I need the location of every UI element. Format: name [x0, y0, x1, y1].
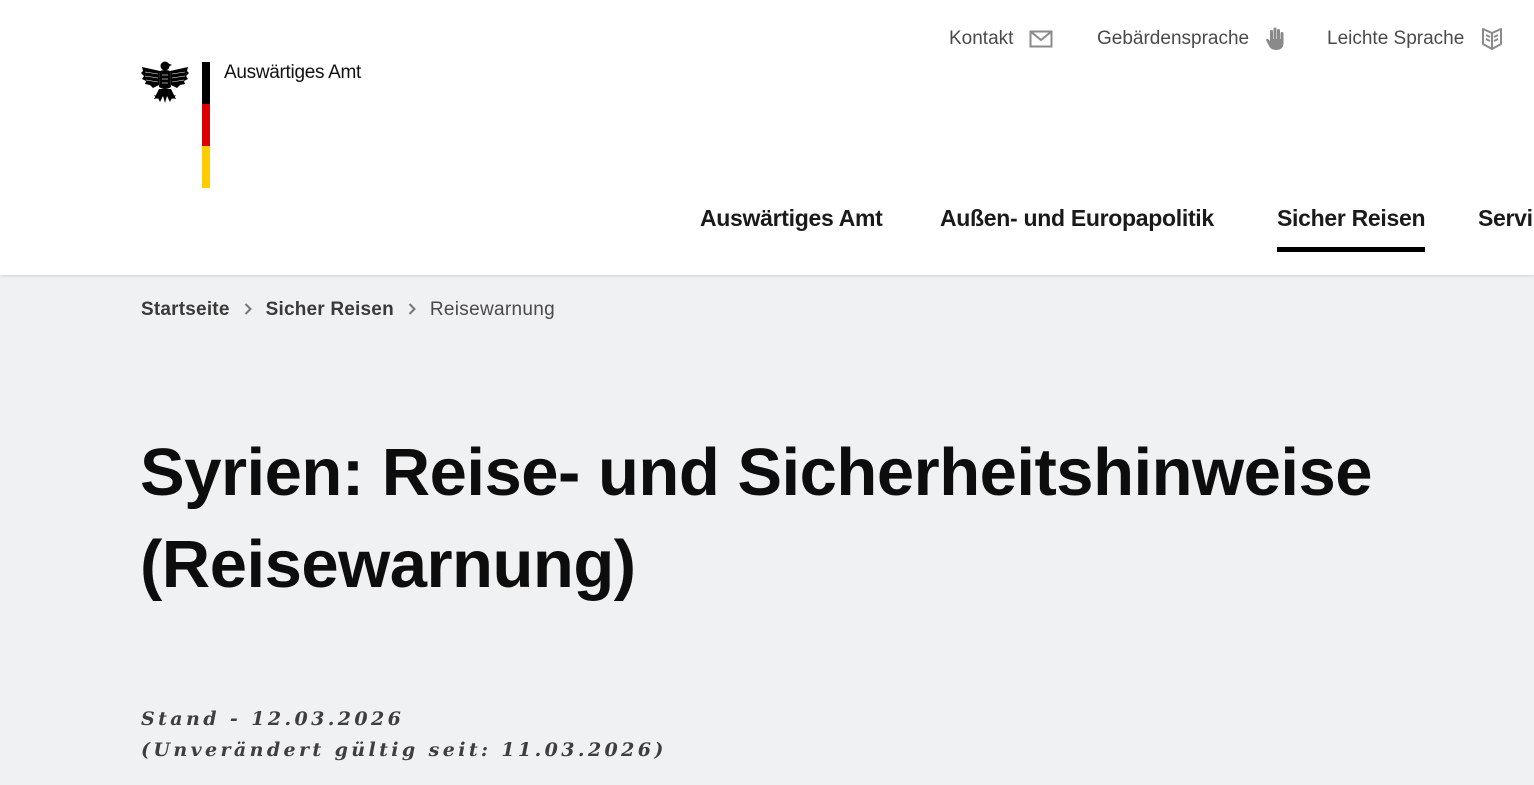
service-link-label: Leichte Sprache — [1327, 28, 1465, 49]
breadcrumb: Startseite Sicher Reisen Reisewarnung — [141, 298, 555, 322]
main-navigation: Auswärtiges Amt Außen- und Europapolitik… — [0, 200, 1534, 252]
breadcrumb-link-startseite[interactable]: Startseite — [141, 299, 230, 321]
hand-icon — [1265, 27, 1285, 51]
service-link-kontakt[interactable]: Kontakt — [949, 24, 1053, 54]
envelope-icon — [1029, 30, 1053, 48]
service-link-label: Kontakt — [949, 28, 1014, 49]
main-nav-auswaertiges-amt[interactable]: Auswärtiges Amt — [700, 200, 883, 252]
service-link-label: Gebärdensprache — [1097, 28, 1250, 49]
main-nav-aussen-europapolitik[interactable]: Außen- und Europapolitik — [940, 200, 1214, 252]
service-navigation: Kontakt Gebärdensprache Leichte Sprache — [0, 24, 1534, 54]
breadcrumb-current: Reisewarnung — [429, 299, 555, 320]
book-icon — [1480, 27, 1504, 51]
flag-stripe-black — [202, 62, 210, 104]
valid-since-date: (Unverändert gültig seit: 11.03.2026) — [141, 739, 667, 761]
service-link-leichte-sprache[interactable]: Leichte Sprache — [1327, 24, 1504, 54]
page-title-line-1: Syrien: Reise- und Sicherheitshinweise — [140, 435, 1373, 510]
stand-date: Stand - 12.03.2026 — [141, 708, 405, 730]
site-header: Auswärtiges Amt Kontakt Gebärdensprache — [0, 0, 1534, 275]
breadcrumb-link-sicher-reisen[interactable]: Sicher Reisen — [266, 299, 394, 321]
page-title-line-2: (Reisewarnung) — [140, 527, 636, 602]
chevron-right-icon — [230, 302, 266, 319]
page-title: Syrien: Reise- und Sicherheitshinweise (… — [140, 427, 1440, 611]
home-logo-link[interactable]: Auswärtiges Amt — [140, 58, 400, 190]
service-link-gebaerdensprache[interactable]: Gebärdensprache — [1097, 24, 1285, 54]
flag-stripe-red — [202, 104, 210, 146]
main-nav-sicher-reisen[interactable]: Sicher Reisen — [1277, 200, 1426, 252]
flag-stripe-gold — [202, 146, 210, 188]
chevron-right-icon — [394, 302, 430, 319]
german-flag-bar — [202, 62, 210, 188]
main-nav-service[interactable]: Servi — [1478, 200, 1533, 252]
org-name: Auswärtiges Amt — [224, 62, 361, 83]
federal-eagle-icon — [140, 58, 190, 113]
status-date-block: Stand - 12.03.2026 (Unverändert gültig s… — [141, 704, 667, 766]
